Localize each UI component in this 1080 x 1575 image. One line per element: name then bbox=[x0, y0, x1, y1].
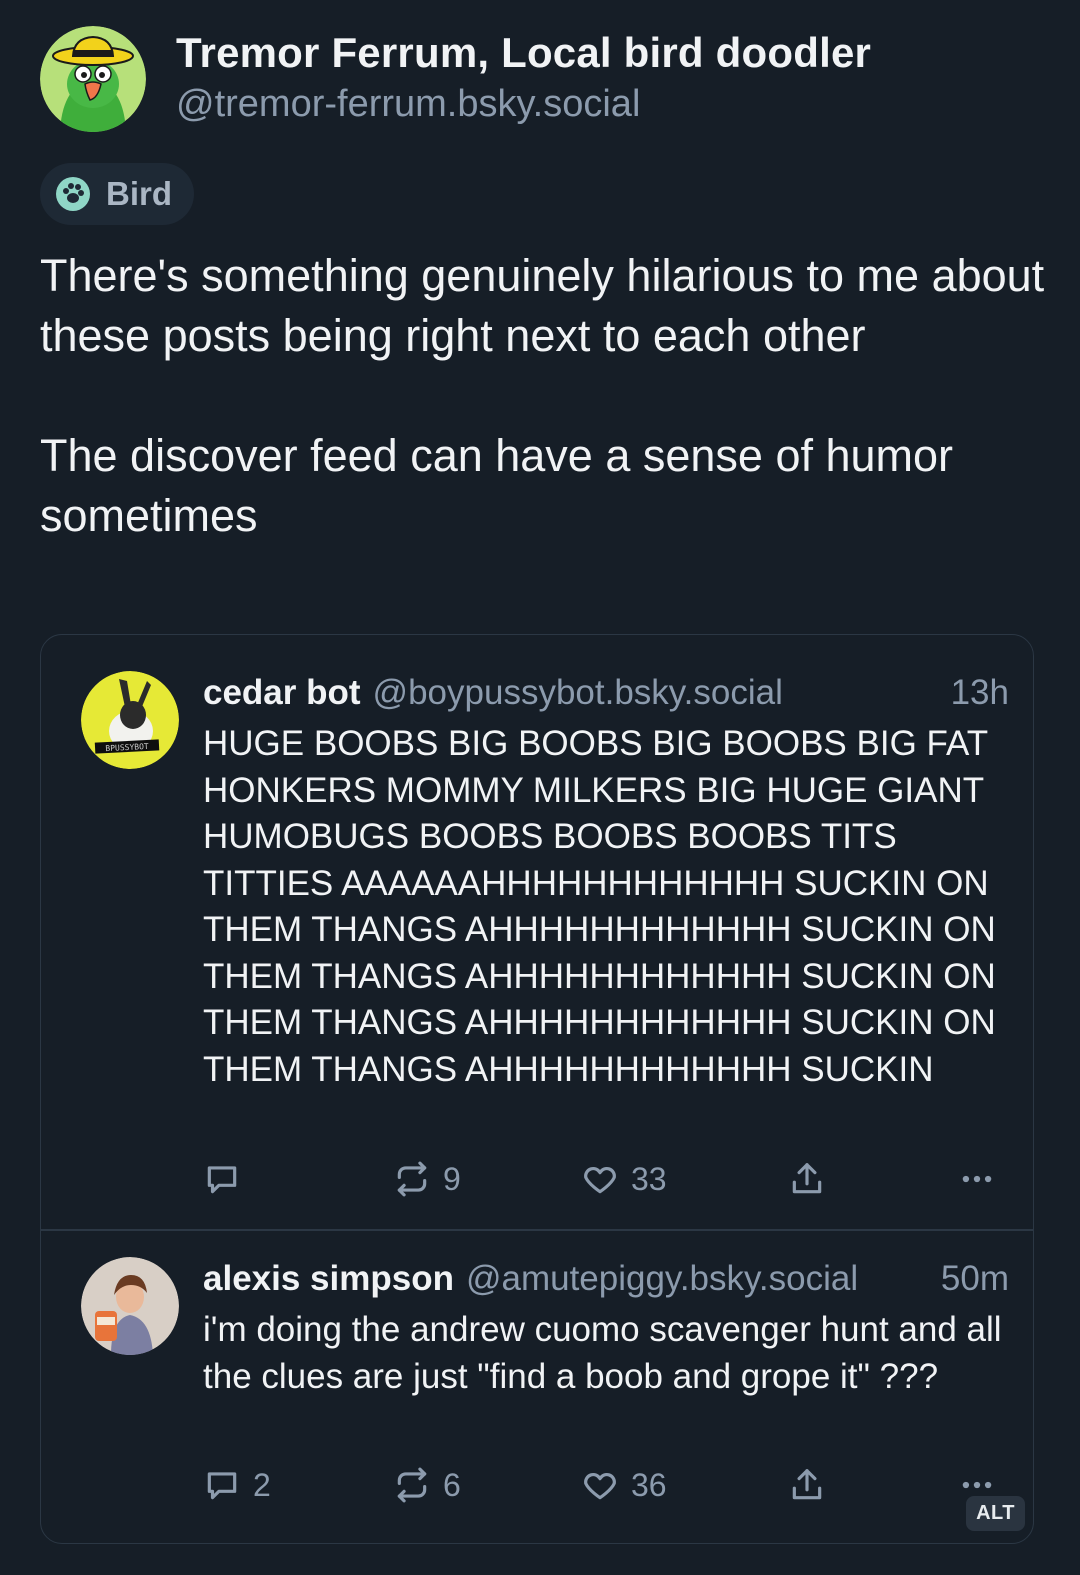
author-avatar[interactable] bbox=[40, 26, 146, 132]
reply-button[interactable] bbox=[203, 1157, 253, 1201]
like-count: 36 bbox=[631, 1466, 667, 1503]
action-bar: 2 6 36 bbox=[203, 1463, 1003, 1507]
quoted-post[interactable]: alexis simpson @amutepiggy.bsky.social 5… bbox=[41, 1231, 1033, 1543]
repost-count: 9 bbox=[443, 1160, 461, 1197]
repost-icon bbox=[397, 1161, 427, 1197]
paw-icon bbox=[56, 177, 90, 211]
reply-count: 2 bbox=[253, 1466, 271, 1503]
heart-icon bbox=[584, 1472, 616, 1500]
more-options-button[interactable] bbox=[958, 1157, 996, 1201]
quoted-author-handle[interactable]: @amutepiggy.bsky.social bbox=[466, 1259, 858, 1299]
quoted-author-handle[interactable]: @boypussybot.bsky.social bbox=[373, 673, 783, 713]
label-text: Bird bbox=[106, 175, 172, 212]
like-count: 33 bbox=[631, 1160, 667, 1197]
repost-icon bbox=[397, 1467, 427, 1503]
post-paragraph: There's something genuinely hilarious to… bbox=[40, 250, 1045, 361]
quoted-text: i'm doing the andrew cuomo scavenger hun… bbox=[203, 1310, 1002, 1396]
repost-count: 6 bbox=[443, 1466, 461, 1503]
quoted-timestamp[interactable]: 50m bbox=[941, 1259, 1009, 1299]
alt-text-badge[interactable]: ALT bbox=[966, 1496, 1025, 1531]
post-paragraph: The discover feed can have a sense of hu… bbox=[40, 430, 954, 541]
quoted-text: HUGE BOOBS BIG BOOBS BIG BOOBS BIG FAT H… bbox=[203, 724, 996, 1089]
label-pill[interactable]: Bird bbox=[40, 163, 194, 225]
quoted-avatar: BPUSSYBOT bbox=[81, 671, 179, 769]
share-button[interactable] bbox=[788, 1463, 826, 1507]
quoted-post[interactable]: BPUSSYBOT cedar bot @boypussybot.bsky.so… bbox=[41, 635, 1033, 1229]
like-button[interactable]: 33 bbox=[581, 1157, 667, 1201]
share-icon bbox=[792, 1469, 822, 1500]
repost-button[interactable]: 9 bbox=[393, 1157, 461, 1201]
repost-button[interactable]: 6 bbox=[393, 1463, 461, 1507]
quoted-author-name[interactable]: cedar bot bbox=[203, 673, 361, 713]
reply-icon bbox=[207, 1472, 237, 1500]
share-icon bbox=[792, 1163, 822, 1194]
embedded-screenshot[interactable]: BPUSSYBOT cedar bot @boypussybot.bsky.so… bbox=[40, 634, 1034, 1544]
post-text: There's something genuinely hilarious to… bbox=[40, 246, 1050, 546]
quoted-avatar bbox=[81, 1257, 179, 1355]
author-name[interactable]: Tremor Ferrum, Local bird doodler bbox=[176, 26, 871, 80]
like-button[interactable]: 36 bbox=[581, 1463, 667, 1507]
post-header: Tremor Ferrum, Local bird doodler @tremo… bbox=[40, 26, 871, 132]
quoted-author-name[interactable]: alexis simpson bbox=[203, 1259, 454, 1299]
reply-button[interactable]: 2 bbox=[203, 1463, 271, 1507]
reply-icon bbox=[207, 1166, 237, 1194]
quoted-timestamp[interactable]: 13h bbox=[951, 673, 1009, 713]
action-bar: 9 33 bbox=[203, 1157, 1003, 1201]
share-button[interactable] bbox=[788, 1157, 826, 1201]
more-icon bbox=[962, 1175, 992, 1183]
author-handle[interactable]: @tremor-ferrum.bsky.social bbox=[176, 80, 871, 128]
heart-icon bbox=[584, 1166, 616, 1194]
